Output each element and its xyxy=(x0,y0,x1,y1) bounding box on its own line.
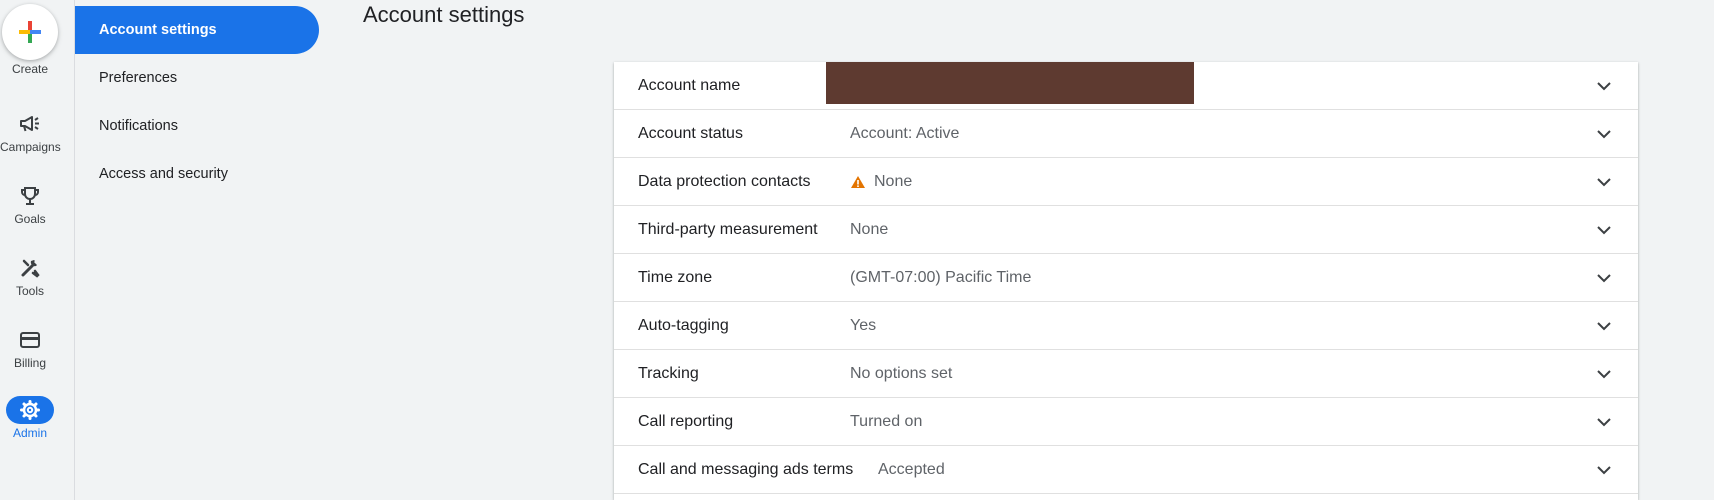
rail-label-create: Create xyxy=(11,62,49,76)
create-button[interactable] xyxy=(2,4,58,60)
plus-icon xyxy=(19,21,41,43)
chevron-down-icon[interactable] xyxy=(1594,268,1614,288)
rail-item-goals[interactable]: Goals xyxy=(0,182,60,226)
rail-label-admin: Admin xyxy=(12,426,47,440)
setting-row-data-protection-contacts[interactable]: Data protection contacts None xyxy=(614,158,1638,206)
chevron-down-icon[interactable] xyxy=(1594,316,1614,336)
rail-label-tools: Tools xyxy=(15,284,44,298)
setting-value: Accepted xyxy=(878,461,945,478)
rail-item-campaigns[interactable]: Campaigns xyxy=(0,110,61,154)
setting-label: Call reporting xyxy=(638,413,734,430)
gear-icon xyxy=(6,396,54,424)
nav-item-notifications[interactable]: Notifications xyxy=(75,102,319,150)
setting-value: Yes xyxy=(850,317,877,334)
chevron-down-icon[interactable] xyxy=(1594,460,1614,480)
setting-row-account-name[interactable]: Account name xyxy=(614,62,1638,110)
chevron-down-icon[interactable] xyxy=(1594,124,1614,144)
setting-label: Account status xyxy=(638,125,743,142)
setting-row-auto-tagging[interactable]: Auto-tagging Yes xyxy=(614,302,1638,350)
left-rail: Create Campaigns Goals Tools Billing Adm… xyxy=(0,0,75,500)
setting-value: Turned on xyxy=(850,413,923,430)
rail-label-billing: Billing xyxy=(13,356,46,370)
credit-card-icon xyxy=(6,326,54,354)
page-title: Account settings xyxy=(363,2,525,27)
setting-label: Account name xyxy=(638,77,741,94)
redacted-value xyxy=(826,62,1194,104)
chevron-down-icon[interactable] xyxy=(1594,412,1614,432)
setting-row-account-status[interactable]: Account status Account: Active xyxy=(614,110,1638,158)
nav-item-access-and-security[interactable]: Access and security xyxy=(75,150,319,198)
chevron-down-icon[interactable] xyxy=(1594,76,1614,96)
trophy-icon xyxy=(6,182,54,210)
setting-value: (GMT-07:00) Pacific Time xyxy=(850,269,1032,286)
setting-value: None xyxy=(850,221,889,238)
rail-item-tools[interactable]: Tools xyxy=(0,254,60,298)
rail-label-goals: Goals xyxy=(14,212,46,226)
chevron-down-icon[interactable] xyxy=(1594,364,1614,384)
setting-value: Account: Active xyxy=(850,125,960,142)
setting-row-call-reporting[interactable]: Call reporting Turned on xyxy=(614,398,1638,446)
rail-label-campaigns: Campaigns xyxy=(0,140,61,154)
tools-icon xyxy=(6,254,54,282)
setting-row-tracking[interactable]: Tracking No options set xyxy=(614,350,1638,398)
setting-value: None xyxy=(874,173,913,190)
setting-label: Third-party measurement xyxy=(638,221,818,238)
nav-item-account-settings[interactable]: Account settings xyxy=(75,6,319,54)
megaphone-icon xyxy=(6,110,54,138)
setting-label: Call and messaging ads terms xyxy=(638,461,854,478)
nav-item-preferences[interactable]: Preferences xyxy=(75,54,319,102)
chevron-down-icon[interactable] xyxy=(1594,172,1614,192)
chevron-down-icon[interactable] xyxy=(1594,220,1614,240)
setting-row-third-party-measurement[interactable]: Third-party measurement None xyxy=(614,206,1638,254)
rail-item-admin[interactable]: Admin xyxy=(0,396,60,440)
setting-row-time-zone[interactable]: Time zone (GMT-07:00) Pacific Time xyxy=(614,254,1638,302)
setting-label: Tracking xyxy=(638,365,699,382)
setting-label: Auto-tagging xyxy=(638,317,729,334)
rail-item-create[interactable]: Create xyxy=(0,4,60,76)
setting-row-call-and-messaging-ads-terms[interactable]: Call and messaging ads terms Accepted xyxy=(614,446,1638,494)
setting-value: No options set xyxy=(850,365,953,382)
warning-icon xyxy=(851,175,865,188)
admin-nav: Account settings Preferences Notificatio… xyxy=(75,0,335,500)
setting-label: Data protection contacts xyxy=(638,173,811,190)
rail-item-billing[interactable]: Billing xyxy=(0,326,60,370)
setting-label: Time zone xyxy=(638,269,713,286)
settings-panel: Account name Account status Account: Act… xyxy=(614,62,1638,500)
setting-value-wrap: None xyxy=(850,158,912,205)
